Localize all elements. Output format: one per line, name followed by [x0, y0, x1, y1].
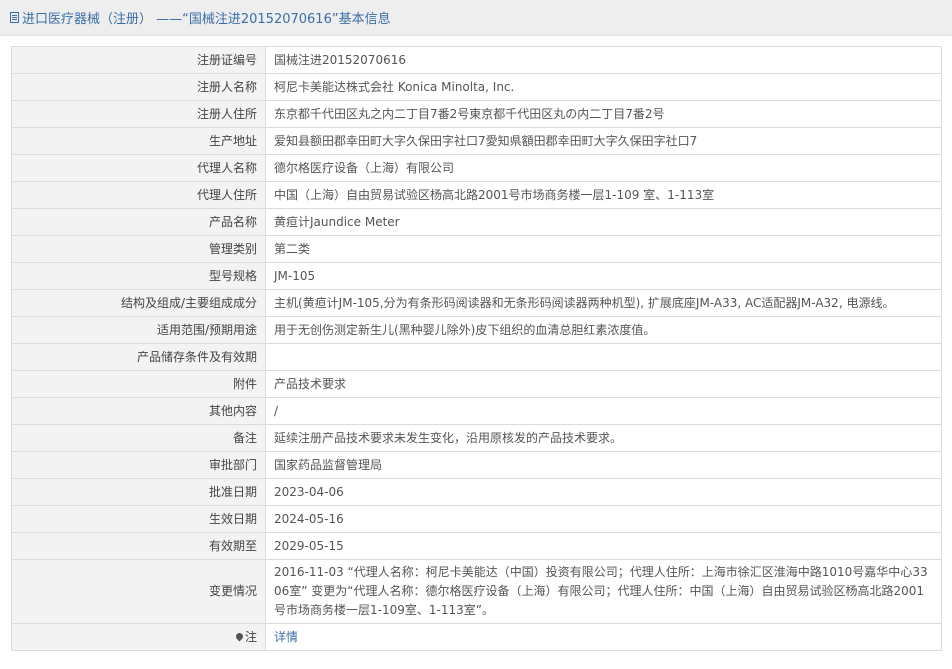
row-label: 产品储存条件及有效期	[11, 343, 266, 371]
table-row: 备注 延续注册产品技术要求未发生变化，沿用原核发的产品技术要求。	[11, 424, 942, 452]
note-label: 注	[244, 629, 257, 644]
row-value: 国家药品监督管理局	[265, 451, 942, 479]
row-value: 2024-05-16	[265, 505, 942, 533]
page-header: 进口医疗器械（注册） ——“国械注进20152070616”基本信息	[0, 0, 952, 36]
table-row: 审批部门 国家药品监督管理局	[11, 451, 942, 479]
table-row: 适用范围/预期用途 用于无创伤测定新生儿(黑种婴儿除外)皮下组织的血清总胆红素浓…	[11, 316, 942, 344]
table-row: 注册证编号 国械注进20152070616	[11, 46, 942, 74]
row-value: 第二类	[265, 235, 942, 263]
row-label: 附件	[11, 370, 266, 398]
table-row: 变更情况 2016-11-03 “代理人名称：柯尼卡美能达（中国）投资有限公司；…	[11, 559, 942, 624]
table-row: 代理人名称 德尔格医疗设备（上海）有限公司	[11, 154, 942, 182]
note-value-cell: 详情	[265, 623, 942, 651]
table-row: 产品名称 黄疸计Jaundice Meter	[11, 208, 942, 236]
row-value: 主机(黄疸计JM-105,分为有条形码阅读器和无条形码阅读器两种机型), 扩展底…	[265, 289, 942, 317]
row-label: 代理人住所	[11, 181, 266, 209]
row-value: 德尔格医疗设备（上海）有限公司	[265, 154, 942, 182]
table-row: 代理人住所 中国（上海）自由贸易试验区杨高北路2001号市场商务楼一层1-109…	[11, 181, 942, 209]
table-row: 型号规格 JM-105	[11, 262, 942, 290]
row-label: 批准日期	[11, 478, 266, 506]
row-label: 型号规格	[11, 262, 266, 290]
details-link[interactable]: 详情	[274, 630, 298, 644]
location-pin-icon	[234, 631, 245, 641]
row-value: 用于无创伤测定新生儿(黑种婴儿除外)皮下组织的血清总胆红素浓度值。	[265, 316, 942, 344]
table-row: 附件 产品技术要求	[11, 370, 942, 398]
row-label: 其他内容	[11, 397, 266, 425]
table-row: 生效日期 2024-05-16	[11, 505, 942, 533]
row-label: 注册人住所	[11, 100, 266, 128]
row-value: 爱知县额田郡幸田町大字久保田字社口7愛知県額田郡幸田町大字久保田字社口7	[265, 127, 942, 155]
note-label-cell: 注	[11, 623, 266, 651]
row-label: 备注	[11, 424, 266, 452]
row-label: 生效日期	[11, 505, 266, 533]
row-label: 注册证编号	[11, 46, 266, 74]
row-label: 变更情况	[11, 559, 266, 624]
row-value: 2016-11-03 “代理人名称：柯尼卡美能达（中国）投资有限公司；代理人住所…	[265, 559, 942, 624]
detail-table: 注册证编号 国械注进20152070616 注册人名称 柯尼卡美能达株式会社 K…	[11, 46, 942, 651]
row-label: 管理类别	[11, 235, 266, 263]
table-row: 批准日期 2023-04-06	[11, 478, 942, 506]
row-label: 有效期至	[11, 532, 266, 560]
row-value: 中国（上海）自由贸易试验区杨高北路2001号市场商务楼一层1-109 室、1-1…	[265, 181, 942, 209]
row-value: JM-105	[265, 262, 942, 290]
row-value: 2023-04-06	[265, 478, 942, 506]
table-row: 产品储存条件及有效期	[11, 343, 942, 371]
row-value	[265, 343, 942, 371]
row-value: 柯尼卡美能达株式会社 Konica Minolta, Inc.	[265, 73, 942, 101]
row-value: /	[265, 397, 942, 425]
row-value: 国械注进20152070616	[265, 46, 942, 74]
row-value: 东京都千代田区丸之内二丁目7番2号東京都千代田区丸の内二丁目7番2号	[265, 100, 942, 128]
row-label: 审批部门	[11, 451, 266, 479]
row-label: 注册人名称	[11, 73, 266, 101]
table-row: 注册人名称 柯尼卡美能达株式会社 Konica Minolta, Inc.	[11, 73, 942, 101]
row-value: 延续注册产品技术要求未发生变化，沿用原核发的产品技术要求。	[265, 424, 942, 452]
table-row: 生产地址 爱知县额田郡幸田町大字久保田字社口7愛知県額田郡幸田町大字久保田字社口…	[11, 127, 942, 155]
table-row: 管理类别 第二类	[11, 235, 942, 263]
table-row: 其他内容 /	[11, 397, 942, 425]
row-label: 生产地址	[11, 127, 266, 155]
row-label: 结构及组成/主要组成成分	[11, 289, 266, 317]
note-row: 注 详情	[11, 623, 942, 651]
row-label: 适用范围/预期用途	[11, 316, 266, 344]
row-value: 黄疸计Jaundice Meter	[265, 208, 942, 236]
table-row: 结构及组成/主要组成成分 主机(黄疸计JM-105,分为有条形码阅读器和无条形码…	[11, 289, 942, 317]
row-label: 代理人名称	[11, 154, 266, 182]
document-icon	[10, 12, 19, 23]
row-label: 产品名称	[11, 208, 266, 236]
table-row: 有效期至 2029-05-15	[11, 532, 942, 560]
row-value: 产品技术要求	[265, 370, 942, 398]
row-value: 2029-05-15	[265, 532, 942, 560]
table-row: 注册人住所 东京都千代田区丸之内二丁目7番2号東京都千代田区丸の内二丁目7番2号	[11, 100, 942, 128]
page-title: 进口医疗器械（注册） ——“国械注进20152070616”基本信息	[22, 12, 391, 27]
